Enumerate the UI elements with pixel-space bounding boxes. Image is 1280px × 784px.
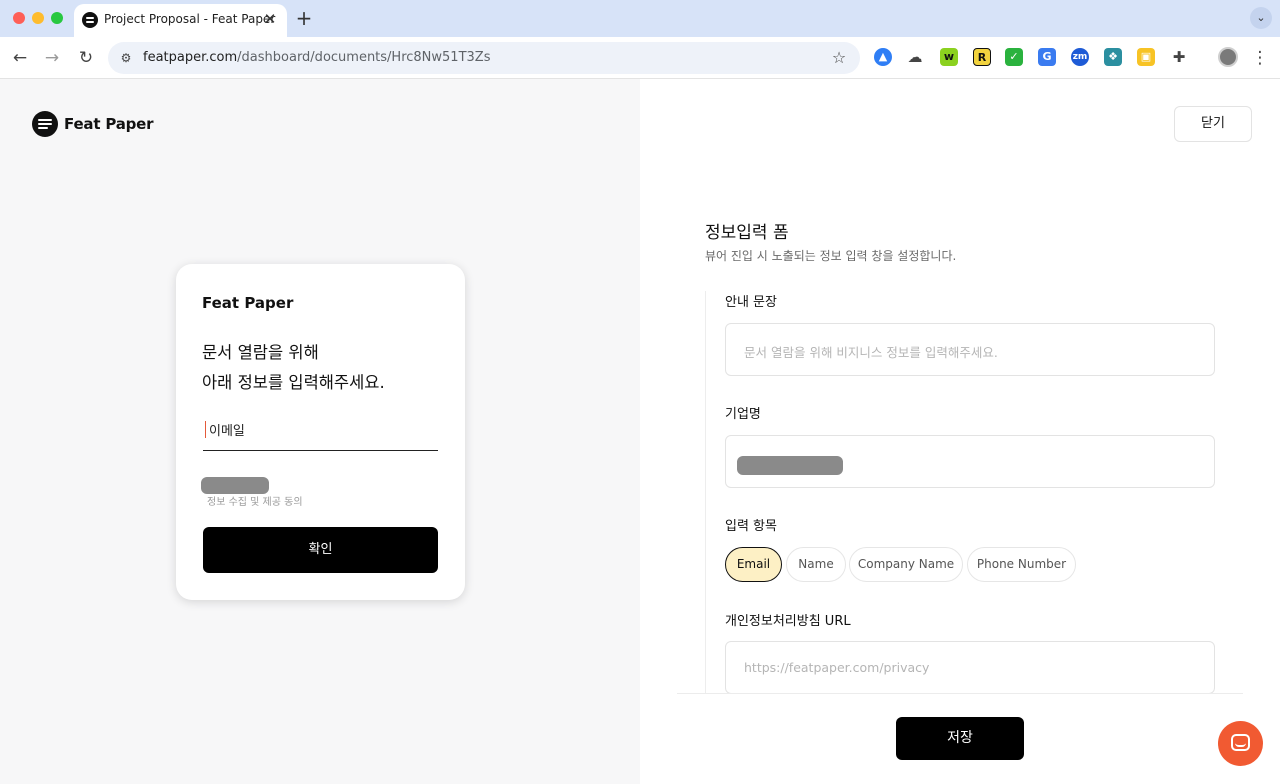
browser-menu-icon[interactable]: ⋮ (1250, 46, 1270, 70)
window-minimize-button[interactable] (32, 12, 44, 24)
check-icon[interactable]: ✓ (1005, 48, 1023, 66)
address-bar[interactable]: ⚙ featpaper.com/dashboard/documents/Hrc8… (108, 42, 860, 74)
profile-avatar[interactable] (1218, 47, 1238, 67)
chip-company-name[interactable]: Company Name (849, 547, 963, 582)
text-caret (205, 421, 206, 438)
chat-support-button[interactable] (1218, 721, 1263, 766)
company-name-label: 기업명 (725, 407, 761, 422)
window-zoom-button[interactable] (51, 12, 63, 24)
consent-checkbox-redacted[interactable] (201, 477, 269, 494)
puzzle-icon[interactable]: ✚ (1170, 48, 1188, 66)
card-message-line-2: 아래 정보를 입력해주세요. (202, 373, 385, 392)
input-fields-label: 입력 항목 (725, 519, 777, 534)
pattern-icon[interactable]: ❖ (1104, 48, 1122, 66)
w-icon[interactable]: w (940, 48, 958, 66)
redacted-value (737, 456, 843, 475)
r-icon[interactable]: R (973, 48, 991, 66)
url-path: /dashboard/documents/Hrc8Nw51T3Zs (237, 50, 491, 65)
chip-phone-number[interactable]: Phone Number (967, 547, 1076, 582)
privacy-url-label: 개인정보처리방침 URL (725, 614, 851, 629)
company-name-input[interactable] (725, 435, 1215, 488)
browser-toolbar: ← → ↻ ⚙ featpaper.com/dashboard/document… (0, 37, 1280, 79)
url-text[interactable]: featpaper.com/dashboard/documents/Hrc8Nw… (143, 50, 490, 65)
a-icon[interactable]: ▲ (874, 48, 892, 66)
viewer-entry-preview-card: Feat Paper 문서 열람을 위해 아래 정보를 입력해주세요. 이메일 … (176, 264, 465, 600)
guide-text-placeholder: 문서 열람을 위해 비지니스 정보를 입력해주세요. (744, 345, 998, 360)
featpaper-logo-icon[interactable] (32, 111, 58, 137)
chip-name[interactable]: Name (786, 547, 846, 582)
url-host: featpaper.com (143, 50, 238, 65)
app-logo-text[interactable]: Feat Paper (64, 115, 154, 133)
confirm-button[interactable]: 확인 (203, 527, 438, 573)
cloud-icon[interactable]: ☁ (906, 48, 924, 66)
card-message: 문서 열람을 위해 아래 정보를 입력해주세요. (202, 338, 442, 398)
privacy-url-input[interactable]: https://featpaper.com/privacy (725, 641, 1215, 693)
tab-close-icon[interactable]: ✕ (261, 10, 279, 28)
settings-pane: 닫기 정보입력 폼 뷰어 진입 시 노출되는 정보 입력 창을 설정합니다. 안… (640, 79, 1280, 784)
guide-text-input[interactable]: 문서 열람을 위해 비지니스 정보를 입력해주세요. (725, 323, 1215, 376)
form-description: 뷰어 진입 시 노출되는 정보 입력 창을 설정합니다. (705, 249, 957, 263)
browser-tab-active[interactable]: Project Proposal - Feat Paper ✕ (74, 4, 287, 37)
preview-pane: Feat Paper Feat Paper 문서 열람을 위해 아래 정보를 입… (0, 79, 640, 784)
card-brand: Feat Paper (202, 294, 294, 312)
consent-label: 정보 수집 및 제공 동의 (207, 497, 303, 508)
new-tab-button[interactable]: + (294, 8, 314, 28)
zm-icon[interactable]: zm (1071, 48, 1089, 66)
chip-email[interactable]: Email (725, 547, 782, 582)
translate-icon[interactable]: G (1038, 48, 1056, 66)
featpaper-favicon-icon (82, 12, 98, 28)
email-placeholder: 이메일 (209, 424, 245, 439)
guide-text-label: 안내 문장 (725, 295, 777, 310)
bookmark-star-icon[interactable]: ☆ (828, 47, 850, 69)
tab-title: Project Proposal - Feat Paper (104, 12, 276, 26)
browser-tab-bar: Project Proposal - Feat Paper ✕ + ⌄ (0, 0, 1280, 37)
form-title: 정보입력 폼 (705, 223, 789, 243)
email-field[interactable]: 이메일 (203, 408, 438, 451)
close-button[interactable]: 닫기 (1174, 106, 1252, 142)
note-icon[interactable]: ▣ (1137, 48, 1155, 66)
back-button[interactable]: ← (8, 46, 32, 70)
site-info-icon[interactable]: ⚙ (116, 48, 136, 68)
tab-search-chevron-icon[interactable]: ⌄ (1250, 7, 1272, 29)
privacy-url-placeholder: https://featpaper.com/privacy (744, 660, 930, 675)
form-scroll-area[interactable]: 안내 문장 문서 열람을 위해 비지니스 정보를 입력해주세요. 기업명 입력 … (705, 291, 1245, 693)
card-message-line-1: 문서 열람을 위해 (202, 343, 319, 362)
reload-button[interactable]: ↻ (74, 46, 98, 70)
window-close-button[interactable] (13, 12, 25, 24)
save-button[interactable]: 저장 (896, 717, 1024, 760)
forward-button[interactable]: → (40, 46, 64, 70)
form-footer-divider (677, 693, 1243, 694)
